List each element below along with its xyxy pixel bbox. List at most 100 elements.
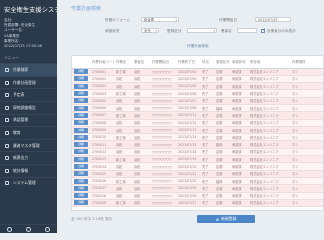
detail-cell: 詳細 bbox=[72, 119, 90, 127]
start-date-input[interactable]: 2022/07/25 bbox=[255, 17, 291, 22]
table-row: 詳細 2700011 浜松 浜松 ○○○○○○○ 2022/07/15 完了 臨時 承認済 株式会… bbox=[72, 140, 323, 149]
detail-button[interactable]: 詳細 bbox=[74, 200, 88, 206]
table-cell: ○○○○○○○ bbox=[150, 184, 176, 193]
settings-icon[interactable] bbox=[7, 226, 12, 232]
sidebar-item[interactable]: 承認管理 bbox=[0, 113, 57, 127]
detail-button[interactable]: 詳細 bbox=[74, 171, 88, 177]
detail-button[interactable]: 詳細 bbox=[74, 134, 88, 140]
table-cell: 承認済 bbox=[230, 68, 248, 76]
table-row: 詳細 2700017 浜松 浜松 ○○○○○○○ 2022/07/25 完了 定期 承認済 株式会… bbox=[72, 184, 323, 193]
table-cell: 承認済 bbox=[230, 184, 248, 193]
table-cell: 完了 bbox=[200, 192, 214, 200]
table-cell: 完了 bbox=[200, 177, 214, 186]
user-info: 会社: 所属部署: 安全衛生 ユーザー名: 2A事業所 事業所名: 2022/0… bbox=[0, 18, 57, 49]
detail-button[interactable]: 詳細 bbox=[74, 185, 88, 191]
detail-button[interactable]: 詳細 bbox=[74, 127, 88, 133]
register-button[interactable]: ⊕ 新規登録 bbox=[197, 215, 255, 223]
table-cell: 2700008 bbox=[90, 119, 114, 127]
table-cell: 2022/07/11 bbox=[176, 111, 200, 120]
column-header: 所在地 bbox=[248, 56, 290, 69]
vendor-input[interactable] bbox=[237, 28, 257, 33]
table-cell: ホシ bbox=[290, 68, 323, 76]
table-cell: ホシ bbox=[290, 162, 323, 171]
detail-button[interactable]: 詳細 bbox=[74, 156, 88, 162]
table-cell: 浜松 bbox=[114, 184, 132, 193]
table-cell: 2700004 bbox=[90, 89, 114, 98]
detail-button[interactable]: 詳細 bbox=[74, 105, 88, 111]
table-cell: ○○○○○○○ bbox=[150, 97, 176, 106]
table-cell: ホシ bbox=[290, 75, 323, 84]
table-cell: 完了 bbox=[200, 119, 214, 127]
calendar-icon bbox=[4, 92, 10, 98]
table-cell: 2022/07/06 bbox=[176, 89, 200, 98]
table-row: 詳細 2700014 浜松 浜松 ○○○○○○○ 2022/07/20 完了 定期 承認済 株式会… bbox=[72, 162, 323, 171]
table-cell: 株式会社エンジニア bbox=[248, 75, 290, 84]
help-icon[interactable] bbox=[26, 226, 31, 232]
sidebar-item[interactable]: 予定表 bbox=[0, 88, 57, 101]
sidebar-item[interactable]: 統計情報 bbox=[0, 163, 57, 177]
sidebar-item-label: 統計情報 bbox=[13, 167, 29, 173]
detail-cell: 詳細 bbox=[72, 199, 90, 208]
table-cell: 2700017 bbox=[90, 184, 114, 193]
detail-button[interactable]: 詳細 bbox=[74, 69, 88, 75]
sidebar-item[interactable]: 現地調査報告 bbox=[0, 101, 57, 114]
table-cell: 浜松 bbox=[114, 126, 132, 135]
detail-button[interactable]: 詳細 bbox=[74, 142, 88, 148]
logout-icon[interactable] bbox=[45, 226, 50, 232]
sidebar-item[interactable]: 作業計画登録 bbox=[0, 75, 57, 89]
table-cell: 承認済 bbox=[230, 97, 248, 106]
sidebar-item[interactable]: 教育 bbox=[0, 126, 57, 139]
detail-button[interactable]: 詳細 bbox=[74, 112, 88, 118]
column-header: 登録区分 bbox=[214, 56, 230, 69]
detail-button[interactable]: 詳細 bbox=[74, 178, 88, 184]
table-cell: 承認済 bbox=[230, 155, 248, 164]
sidebar-item-label: 教育 bbox=[13, 129, 21, 135]
column-header: 作業開始日 bbox=[150, 56, 176, 69]
table-cell: ホシ bbox=[290, 111, 323, 120]
table-cell: 浜松 bbox=[132, 192, 150, 200]
status-select[interactable]: 未完 bbox=[141, 28, 159, 33]
table-cell: 新工場 bbox=[114, 199, 132, 208]
detail-button[interactable]: 詳細 bbox=[74, 83, 88, 89]
table-cell: ○○○○○○○ bbox=[150, 68, 176, 76]
column-header: 業者名 bbox=[132, 56, 150, 69]
sidebar-item[interactable]: 帳票出力 bbox=[0, 151, 57, 164]
detail-button[interactable]: 詳細 bbox=[74, 76, 88, 82]
table-cell: 浜松 bbox=[132, 82, 150, 91]
sidebar-item[interactable]: システム管理 bbox=[0, 176, 57, 190]
table-cell: 完了 bbox=[200, 68, 214, 76]
status-label: 承認状況 bbox=[105, 29, 120, 33]
table-cell: 承認済 bbox=[230, 126, 248, 135]
sidebar-item-label: 承認管理 bbox=[13, 117, 29, 123]
detail-button[interactable]: 詳細 bbox=[74, 149, 88, 155]
table-cell: 完了 bbox=[200, 155, 214, 164]
detail-cell: 詳細 bbox=[72, 126, 90, 135]
table-cell: 定期 bbox=[214, 155, 230, 164]
type-select[interactable] bbox=[187, 28, 217, 33]
table-cell: 2700005 bbox=[90, 97, 114, 106]
table-cell: 定期 bbox=[214, 170, 230, 178]
table-row: 詳細 2700013 新工場 浜松 ○○○○○○○ 2022/07/19 完了 定期 承認済 株式… bbox=[72, 155, 323, 164]
detail-cell: 詳細 bbox=[72, 97, 90, 106]
detail-button[interactable]: 詳細 bbox=[74, 120, 88, 126]
sidebar-item[interactable]: 業者マスタ管理 bbox=[0, 138, 57, 152]
detail-button[interactable]: 詳細 bbox=[74, 164, 88, 169]
table-cell: 浜松 bbox=[132, 162, 150, 171]
detail-button[interactable]: 詳細 bbox=[74, 193, 88, 199]
table-cell: 2022/07/05 bbox=[176, 75, 200, 84]
table-cell: 2700015 bbox=[90, 170, 114, 178]
detail-button[interactable]: 詳細 bbox=[74, 91, 88, 97]
sidebar-item[interactable]: 作業検索 bbox=[0, 63, 57, 76]
table-cell: 承認済 bbox=[230, 170, 248, 178]
detail-button[interactable]: 詳細 bbox=[74, 98, 88, 104]
table-cell: ホシ bbox=[290, 155, 323, 164]
main-content: 作業計画検索 所管のフォーム 新倉庫 作業開始日 2022/07/25 承認状況… bbox=[57, 0, 324, 233]
search-link[interactable]: 作業計画検索 bbox=[187, 44, 209, 49]
table-cell: 2022/07/20 bbox=[176, 162, 200, 171]
table-cell: 2022/07/21 bbox=[176, 170, 200, 178]
detail-cell: 詳細 bbox=[72, 111, 90, 120]
table-cell: 株式会社エンジニア bbox=[248, 89, 290, 98]
org-select[interactable]: 新倉庫 bbox=[141, 17, 179, 22]
own-vendor-checkbox[interactable] bbox=[261, 28, 266, 33]
column-header bbox=[72, 56, 90, 69]
